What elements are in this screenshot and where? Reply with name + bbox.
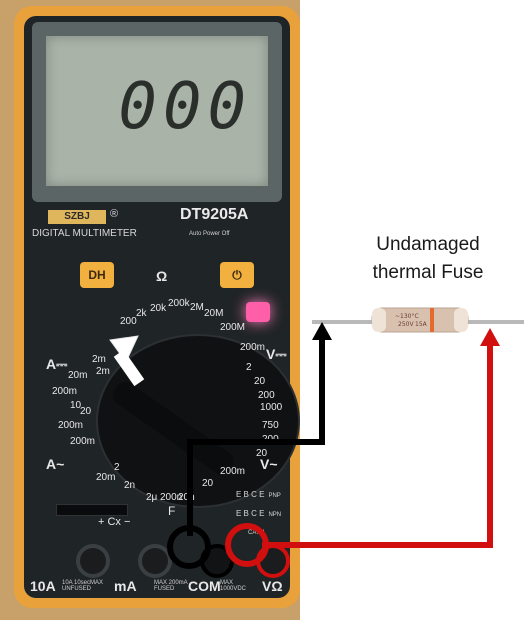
- red-arrowhead: [480, 328, 500, 346]
- black-wire: [187, 338, 325, 536]
- probe-wires: [109, 322, 500, 569]
- vohm-ring: [225, 523, 269, 567]
- dial-white-arrow: [109, 335, 145, 387]
- black-arrowhead: [312, 322, 332, 340]
